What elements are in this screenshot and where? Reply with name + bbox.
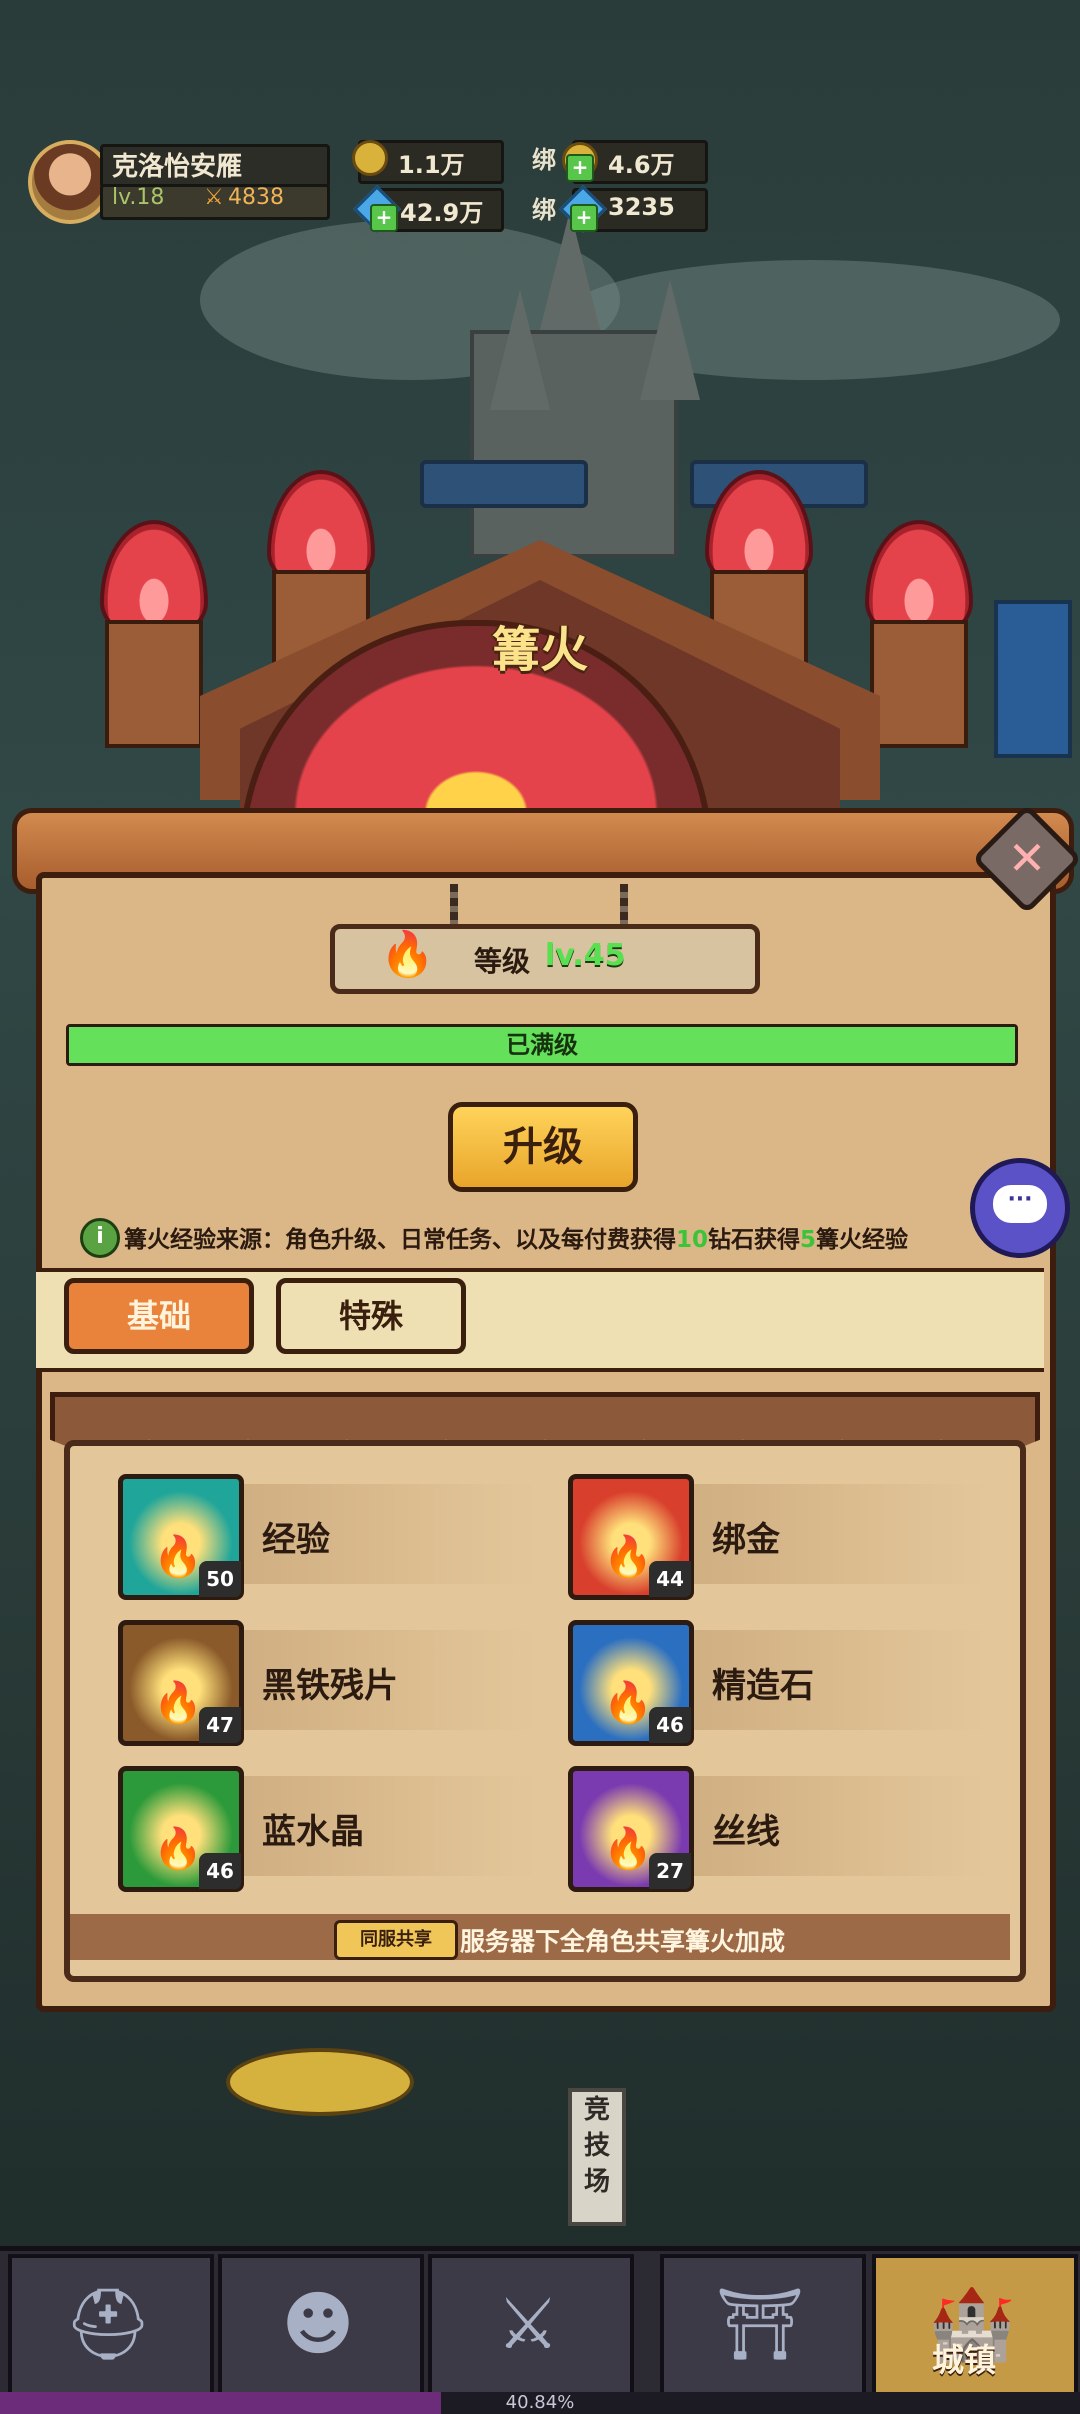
experience-bar: 40.84% [0, 2392, 1080, 2414]
add-bound-diamond-icon[interactable]: + [570, 204, 598, 232]
helmet-icon: ⛑ [63, 2283, 153, 2365]
campfire-icon: 🔥 [380, 929, 435, 980]
chat-bubble-icon: ··· [993, 1185, 1047, 1223]
gold-coin-icon [352, 140, 388, 176]
close-icon: ✕ [1007, 831, 1047, 885]
bound-gold-value: 4.6万 [608, 151, 675, 179]
blue-crystal-icon[interactable]: 🔥 46 [118, 1766, 244, 1892]
nav-battle[interactable]: ⚔ [428, 2254, 634, 2398]
player-name: 克洛怡安雁 [112, 152, 243, 182]
campfire-icon: 🔥 [603, 1680, 653, 1726]
item-level-badge: 46 [649, 1707, 691, 1743]
silk-thread-icon[interactable]: 🔥 27 [568, 1766, 694, 1892]
progress-text: 已满级 [506, 1031, 578, 1059]
item-level-badge: 47 [199, 1707, 241, 1743]
tab-basic[interactable]: 基础 [64, 1278, 254, 1354]
bound-gold-label: 绑 [532, 146, 556, 174]
top-hud: 克洛怡安雁 lv.18 ⚔ 4838 1.1万 绑 + 4.6万 + 42.9万… [0, 140, 1080, 240]
statue-pedestal [226, 2048, 414, 2116]
item-level-badge: 27 [649, 1853, 691, 1889]
upgrade-button[interactable]: 升级 [448, 1102, 638, 1192]
bonfire-house: 篝火 [170, 540, 910, 852]
bound-diamond-label: 绑 [532, 196, 556, 224]
nav-town-label: 城镇 [932, 2341, 997, 2379]
item-level-badge: 46 [199, 1853, 241, 1889]
nav-guild[interactable]: ☻ [218, 2254, 424, 2398]
item-label: 精造石 [712, 1666, 814, 1706]
campfire-icon: 🔥 [603, 1534, 653, 1580]
diamond-value: 42.9万 [400, 199, 484, 227]
item-label: 绑金 [712, 1520, 780, 1560]
bound-diamond-value: 3235 [608, 193, 675, 221]
hooded-figure-icon: ☻ [281, 2283, 355, 2365]
player-power: 4838 [228, 185, 284, 210]
item-label: 蓝水晶 [262, 1812, 364, 1852]
chain-left [450, 884, 458, 924]
level-progress-bar: 已满级 [66, 1024, 1018, 1066]
share-description: 服务器下全角色共享篝火加成 [460, 1927, 786, 1956]
sword-icon: ⚔ [204, 185, 224, 210]
nav-dungeon[interactable]: ⛩ [660, 2254, 866, 2398]
campfire-icon: 🔥 [603, 1826, 653, 1872]
level-value: lv.45 [545, 938, 626, 973]
campfire-icon: 🔥 [153, 1534, 203, 1580]
bonfire-title: 篝火 [491, 622, 588, 678]
experience-percent: 40.84% [505, 2392, 575, 2413]
exp-source-info: 篝火经验来源：角色升级、日常任务、以及每付费获得10钻石获得5篝火经验 [124, 1227, 909, 1253]
item-label: 经验 [262, 1520, 330, 1560]
gate-icon: ⛩ [715, 2283, 805, 2365]
tab-special[interactable]: 特殊 [276, 1278, 466, 1354]
crossed-swords-icon: ⚔ [496, 2283, 560, 2365]
arena-sign[interactable]: 竞技场 [568, 2088, 626, 2226]
emerald-book-icon[interactable]: 🔥 50 [118, 1474, 244, 1600]
item-label: 黑铁残片 [262, 1666, 398, 1706]
gold-value: 1.1万 [398, 151, 465, 179]
info-icon[interactable]: i [80, 1218, 120, 1258]
add-diamond-icon[interactable]: + [370, 204, 398, 232]
chain-right [620, 884, 628, 924]
item-level-badge: 44 [649, 1561, 691, 1597]
player-level: lv.18 [112, 185, 165, 210]
gold-coin-icon[interactable]: 🔥 44 [568, 1474, 694, 1600]
campfire-icon: 🔥 [153, 1826, 203, 1872]
level-label: 等级 [474, 945, 531, 978]
nav-hero[interactable]: ⛑ [8, 2254, 214, 2398]
share-tag: 同服共享 [334, 1920, 458, 1960]
campfire-icon: 🔥 [153, 1680, 203, 1726]
blue-stone-icon[interactable]: 🔥 46 [568, 1620, 694, 1746]
item-level-badge: 50 [199, 1561, 241, 1597]
add-bound-gold-icon[interactable]: + [566, 154, 594, 182]
item-label: 丝线 [712, 1812, 780, 1852]
iron-shard-icon[interactable]: 🔥 47 [118, 1620, 244, 1746]
